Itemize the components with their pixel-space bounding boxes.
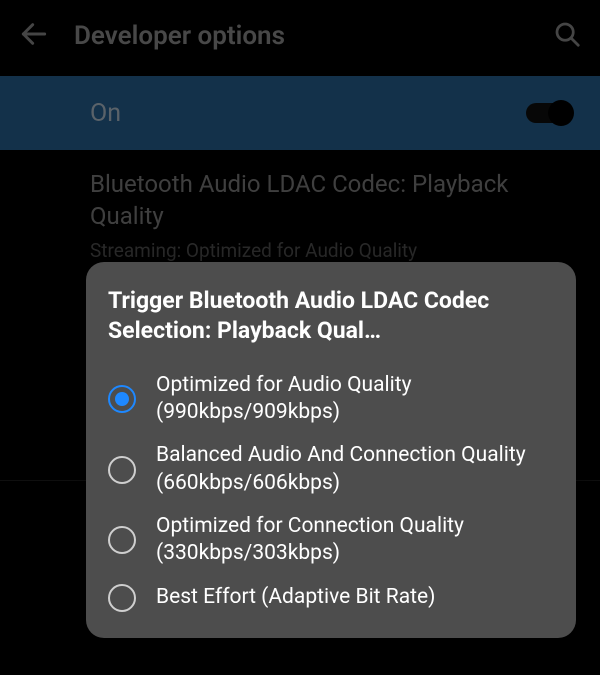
option-audio-quality[interactable]: Optimized for Audio Quality (990kbps/909… (108, 364, 554, 435)
option-label: Optimized for Audio Quality (990kbps/909… (156, 372, 554, 427)
option-label: Balanced Audio And Connection Quality (6… (156, 442, 554, 497)
option-balanced[interactable]: Balanced Audio And Connection Quality (6… (108, 434, 554, 505)
radio-icon (108, 526, 136, 554)
radio-selected-icon (108, 385, 136, 413)
ldac-quality-dialog: Trigger Bluetooth Audio LDAC Codec Selec… (86, 262, 576, 638)
option-label: Optimized for Connection Quality (330kbp… (156, 513, 554, 568)
radio-icon (108, 456, 136, 484)
dialog-title: Trigger Bluetooth Audio LDAC Codec Selec… (108, 286, 554, 346)
option-connection-quality[interactable]: Optimized for Connection Quality (330kbp… (108, 505, 554, 576)
option-label: Best Effort (Adaptive Bit Rate) (156, 584, 435, 611)
option-best-effort[interactable]: Best Effort (Adaptive Bit Rate) (108, 576, 554, 620)
radio-icon (108, 584, 136, 612)
